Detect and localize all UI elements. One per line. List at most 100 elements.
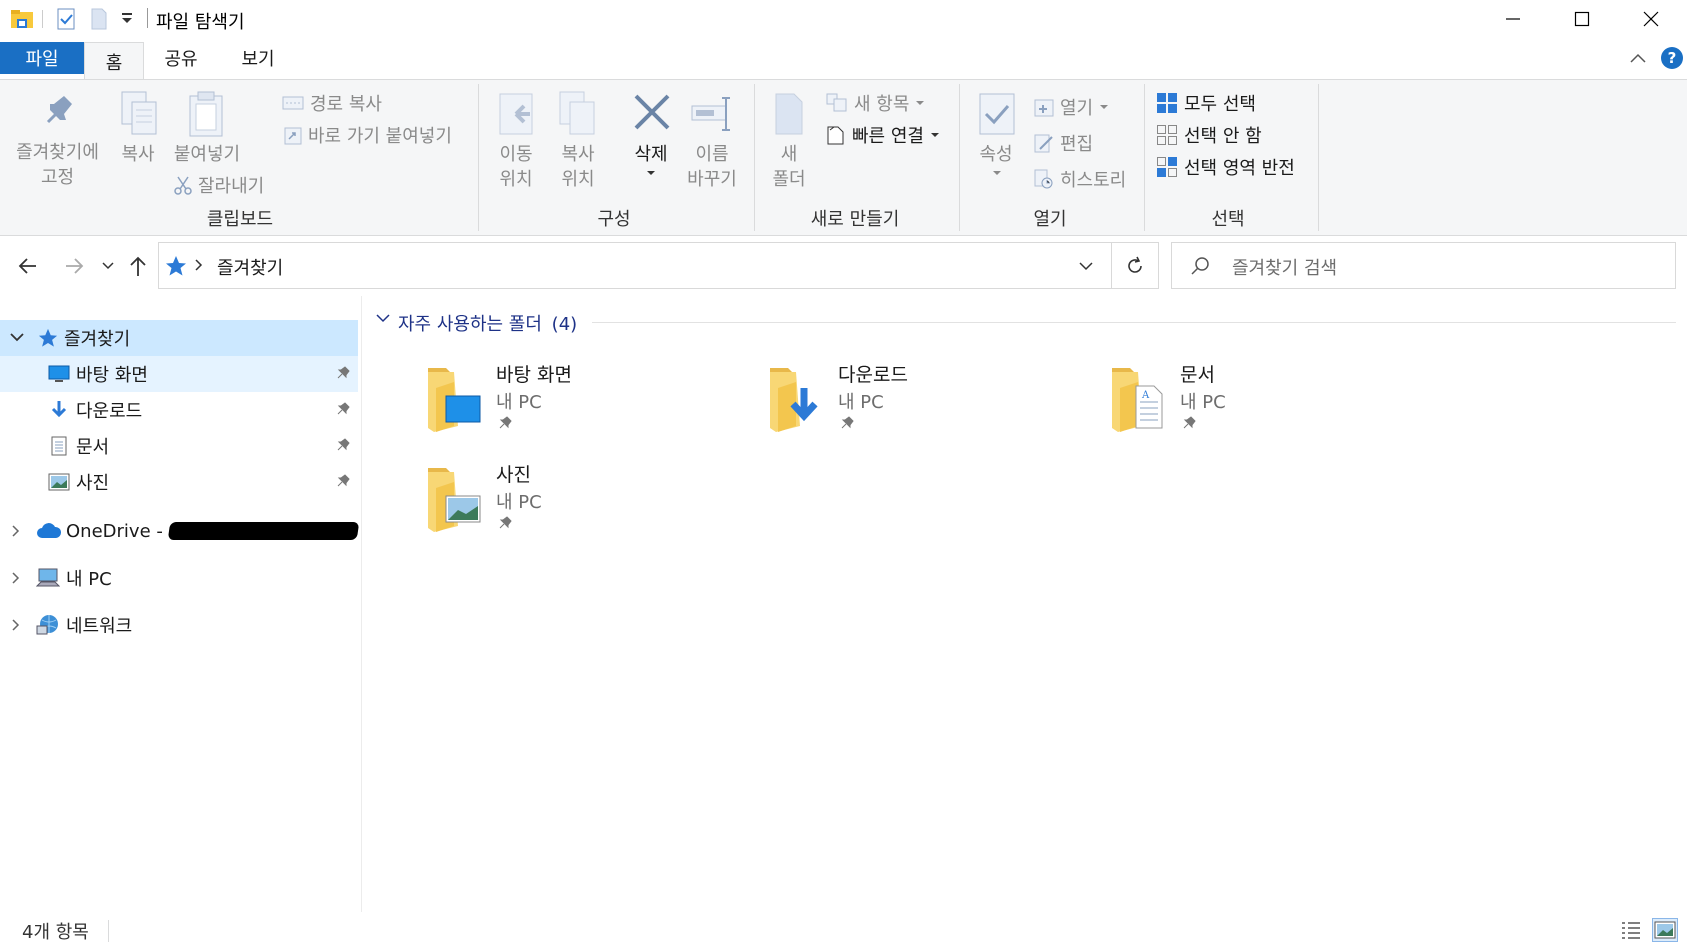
nav-this-pc[interactable]: 내 PC xyxy=(0,560,358,596)
folder-tile-downloads[interactable]: 다운로드 내 PC xyxy=(766,360,1046,450)
close-button[interactable] xyxy=(1615,0,1687,37)
collapse-ribbon-chevron-icon[interactable] xyxy=(1630,52,1646,64)
rename-button[interactable]: 이름 바꾸기 xyxy=(684,90,740,192)
nav-item-pictures[interactable]: 사진 xyxy=(0,464,358,500)
folder-tile-documents[interactable]: A 문서 내 PC xyxy=(1108,360,1388,450)
cut-label: 잘라내기 xyxy=(198,176,265,197)
nav-item-documents[interactable]: 문서 xyxy=(0,428,358,464)
back-arrow-icon[interactable] xyxy=(16,254,40,278)
select-all-button[interactable]: 모두 선택 xyxy=(1156,90,1256,116)
breadcrumb-quick-access[interactable]: 즐겨찾기 xyxy=(217,254,283,280)
forward-arrow-icon[interactable] xyxy=(62,254,86,278)
delete-label: 삭제 xyxy=(634,144,668,165)
open-dropdown-icon[interactable] xyxy=(1099,103,1109,111)
select-none-label: 선택 안 함 xyxy=(1184,126,1262,147)
tab-file[interactable]: 파일 xyxy=(0,42,84,74)
tab-share[interactable]: 공유 xyxy=(150,42,212,74)
properties-dropdown-icon[interactable] xyxy=(992,169,1022,177)
new-item-button[interactable]: 새 항목 xyxy=(826,90,925,116)
edit-button[interactable]: 편집 xyxy=(1034,130,1093,156)
up-arrow-icon[interactable] xyxy=(126,254,150,278)
history-icon xyxy=(1034,169,1054,189)
maximize-button[interactable] xyxy=(1546,0,1618,37)
copy-path-button[interactable]: 경로 복사 xyxy=(282,90,382,116)
folder-tile-desktop[interactable]: 바탕 화면 내 PC xyxy=(424,360,704,450)
copy-label: 복사 xyxy=(121,144,155,165)
cut-button[interactable]: 잘라내기 xyxy=(174,172,264,198)
new-folder-button[interactable]: 새 폴더 xyxy=(764,90,814,192)
breadcrumb-chevron-icon[interactable] xyxy=(195,259,203,271)
pin-icon[interactable] xyxy=(336,402,350,416)
easy-access-button[interactable]: 빠른 연결 xyxy=(826,122,940,148)
nav-quick-access-label: 즐겨찾기 xyxy=(64,329,131,350)
folder-name: 다운로드 xyxy=(838,364,908,386)
search-icon xyxy=(1190,256,1210,276)
nav-quick-access[interactable]: 즐겨찾기 xyxy=(0,320,358,356)
qat-customize-chevron-icon[interactable] xyxy=(120,12,134,26)
nav-network[interactable]: 네트워크 xyxy=(0,607,358,643)
recent-locations-chevron-icon[interactable] xyxy=(102,262,114,270)
address-bar[interactable]: 즐겨찾기 xyxy=(158,242,1112,289)
nav-onedrive[interactable]: OneDrive - xyxy=(0,513,360,549)
details-view-icon[interactable] xyxy=(1620,920,1642,940)
address-history-chevron-icon[interactable] xyxy=(1079,262,1093,271)
nav-item-downloads[interactable]: 다운로드 xyxy=(0,392,358,428)
expanded-chevron-icon[interactable] xyxy=(10,333,24,343)
tab-home[interactable]: 홈 xyxy=(84,42,144,80)
pin-icon[interactable] xyxy=(336,474,350,488)
organize-group-title: 구성 xyxy=(597,209,631,230)
ribbon-separator xyxy=(1144,84,1145,231)
rename-label-line2: 바꾸기 xyxy=(687,169,737,190)
history-button[interactable]: 히스토리 xyxy=(1034,166,1126,192)
copy-to-button[interactable]: 복사 위치 xyxy=(548,90,608,192)
invert-selection-label: 선택 영역 반전 xyxy=(1184,158,1295,179)
computer-icon xyxy=(36,568,60,588)
pin-icon[interactable] xyxy=(336,438,350,452)
pin-to-quick-access-button[interactable]: 즐겨찾기에 고정 xyxy=(10,92,105,190)
quick-access-star-icon xyxy=(165,255,187,277)
select-none-button[interactable]: 선택 안 함 xyxy=(1156,122,1262,148)
properties-qat-icon[interactable] xyxy=(56,8,76,30)
open-button[interactable]: 열기 xyxy=(1034,94,1109,120)
invert-selection-button[interactable]: 선택 영역 반전 xyxy=(1156,154,1295,180)
large-icons-view-icon[interactable] xyxy=(1652,918,1678,942)
section-frequent-folders[interactable]: 자주 사용하는 폴더 (4) xyxy=(398,310,577,336)
paste-button[interactable]: 붙여넣기 xyxy=(168,90,246,167)
nav-item-desktop[interactable]: 바탕 화면 xyxy=(0,356,358,392)
download-arrow-icon xyxy=(50,400,68,420)
search-input[interactable]: 즐겨찾기 검색 xyxy=(1232,254,1337,280)
delete-button[interactable]: 삭제 xyxy=(616,90,686,177)
file-explorer-icon[interactable] xyxy=(10,8,34,30)
collapsed-chevron-icon[interactable] xyxy=(12,525,20,537)
new-folder-qat-icon[interactable] xyxy=(90,8,108,30)
folder-tile-pictures[interactable]: 사진 내 PC xyxy=(424,460,704,550)
nav-onedrive-label: OneDrive - xyxy=(66,520,163,542)
easy-access-dropdown-icon[interactable] xyxy=(930,131,940,139)
delete-dropdown-icon[interactable] xyxy=(646,169,686,177)
select-group-title: 선택 xyxy=(1211,209,1245,230)
move-to-button[interactable]: 이동 위치 xyxy=(488,90,544,192)
pinned-icon xyxy=(1182,416,1196,430)
properties-button[interactable]: 속성 xyxy=(970,90,1022,177)
new-folder-icon xyxy=(772,90,814,142)
copy-icon xyxy=(118,90,164,142)
pictures-icon xyxy=(48,473,70,491)
search-box[interactable]: 즐겨찾기 검색 xyxy=(1171,242,1676,289)
tab-view[interactable]: 보기 xyxy=(226,42,290,74)
new-item-dropdown-icon[interactable] xyxy=(915,99,925,107)
folder-name: 사진 xyxy=(496,464,531,486)
minimize-button[interactable] xyxy=(1477,0,1549,37)
move-to-label-line1: 이동 xyxy=(499,144,533,165)
copy-path-label: 경로 복사 xyxy=(310,94,382,115)
section-collapse-chevron-icon[interactable] xyxy=(376,314,390,324)
paste-shortcut-button[interactable]: 바로 가기 붙여넣기 xyxy=(284,122,452,148)
pin-icon[interactable] xyxy=(336,366,350,380)
help-icon[interactable]: ? xyxy=(1660,46,1684,70)
open-group-title: 열기 xyxy=(1033,209,1067,230)
collapsed-chevron-icon[interactable] xyxy=(12,619,20,631)
navigation-pane: 즐겨찾기 바탕 화면 다운로드 문서 사진 OneDrive - 내 PC 네트… xyxy=(0,296,362,912)
new-folder-label-line2: 폴더 xyxy=(772,169,806,190)
copy-button[interactable]: 복사 xyxy=(112,90,164,167)
collapsed-chevron-icon[interactable] xyxy=(12,572,20,584)
refresh-button[interactable] xyxy=(1112,242,1159,289)
